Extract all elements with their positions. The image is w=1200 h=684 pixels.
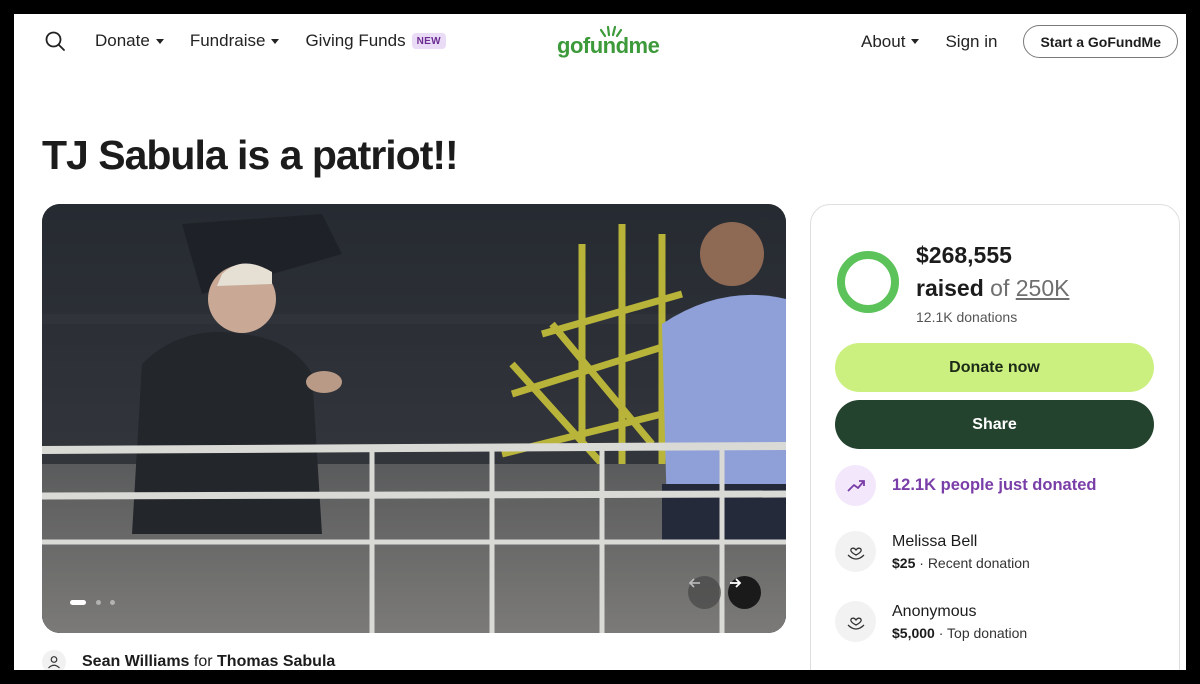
- sign-in-link[interactable]: Sign in: [945, 32, 997, 52]
- carousel-dot[interactable]: [96, 600, 101, 605]
- donations-count: 12.1K donations: [916, 309, 1018, 325]
- start-gofundme-button[interactable]: Start a GoFundMe: [1023, 25, 1178, 58]
- nav-left: Donate Fundraise Giving Funds NEW: [44, 30, 446, 52]
- donation-card: $268,555 raised of 250K 12.1K donations …: [810, 204, 1180, 670]
- share-button[interactable]: Share: [835, 400, 1154, 449]
- chevron-down-icon: [911, 39, 920, 44]
- donor-item: Anonymous $5,000 · Top donation: [835, 601, 1027, 642]
- nav-giving-funds-link[interactable]: Giving Funds NEW: [305, 31, 446, 51]
- donor-name: Melissa Bell: [892, 532, 978, 550]
- site-header: Donate Fundraise Giving Funds NEW gofund…: [14, 14, 1186, 70]
- progress-ring: [837, 251, 899, 313]
- nav-about-menu[interactable]: About: [861, 31, 920, 52]
- donor-amount: $25: [892, 554, 916, 571]
- trending-donations: 12.1K people just donated: [835, 465, 1096, 506]
- goal-amount[interactable]: 250K: [1016, 275, 1070, 301]
- donor-separator: ·: [938, 624, 944, 641]
- raised-label: raised: [916, 275, 984, 301]
- amount-raised: $268,555: [916, 242, 1012, 268]
- donor-meta: $25 · Recent donation: [892, 555, 1030, 571]
- carousel-prev-button[interactable]: [688, 576, 721, 609]
- arrow-left-icon: [688, 578, 700, 588]
- donor-amount: $5,000: [892, 624, 935, 641]
- of-label: of: [990, 275, 1010, 301]
- nav-right: About Sign in Start a GoFundMe: [861, 25, 1178, 58]
- organizer-name[interactable]: Sean Williams: [82, 653, 189, 670]
- trending-up-icon: [835, 465, 876, 506]
- heart-hand-icon: [835, 601, 876, 642]
- gofundme-logo[interactable]: gofundme: [557, 24, 667, 60]
- carousel-next-button[interactable]: [728, 576, 761, 609]
- logo-text: gofundme: [557, 33, 660, 58]
- donor-meta: $5,000 · Top donation: [892, 625, 1027, 641]
- nav-giving-funds-label: Giving Funds: [305, 31, 406, 50]
- nav-donate-menu[interactable]: Donate: [95, 31, 164, 51]
- donate-now-button[interactable]: Donate now: [835, 343, 1154, 392]
- donor-name: Anonymous: [892, 602, 977, 620]
- trend-text: 12.1K people just donated: [892, 476, 1097, 494]
- donor-info: Anonymous $5,000 · Top donation: [892, 603, 1027, 641]
- carousel-dot[interactable]: [110, 600, 115, 605]
- beneficiary-name[interactable]: Thomas Sabula: [217, 653, 335, 670]
- donor-info: Melissa Bell $25 · Recent donation: [892, 533, 1030, 571]
- organizer-for: for: [193, 653, 213, 670]
- nav-fundraise-menu[interactable]: Fundraise: [190, 31, 280, 51]
- new-badge: NEW: [411, 33, 446, 49]
- chevron-down-icon: [271, 38, 280, 44]
- donor-item: Melissa Bell $25 · Recent donation: [835, 531, 1030, 572]
- heart-hand-icon: [835, 531, 876, 572]
- raised-of-goal: raised of 250K: [916, 275, 1069, 302]
- search-icon[interactable]: [44, 30, 66, 52]
- organizer-text: Sean Williams for Thomas Sabula: [82, 653, 335, 670]
- person-icon: [42, 650, 66, 670]
- campaign-media-carousel[interactable]: [42, 204, 786, 633]
- organizer-line: Sean Williams for Thomas Sabula: [42, 650, 335, 670]
- donor-type: Recent donation: [927, 554, 1030, 571]
- donor-type: Top donation: [947, 624, 1028, 641]
- carousel-dot[interactable]: [70, 600, 86, 605]
- nav-fundraise-label: Fundraise: [189, 31, 266, 50]
- donor-separator: ·: [919, 554, 924, 571]
- nav-donate-label: Donate: [95, 31, 150, 50]
- arrow-right-icon: [730, 578, 742, 588]
- campaign-title: TJ Sabula is a patriot!!: [42, 132, 459, 178]
- nav-about-label: About: [861, 31, 906, 51]
- campaign-photo: [42, 204, 786, 633]
- chevron-down-icon: [155, 38, 164, 44]
- page-frame: Donate Fundraise Giving Funds NEW gofund…: [14, 14, 1186, 670]
- carousel-pagination: [70, 600, 124, 605]
